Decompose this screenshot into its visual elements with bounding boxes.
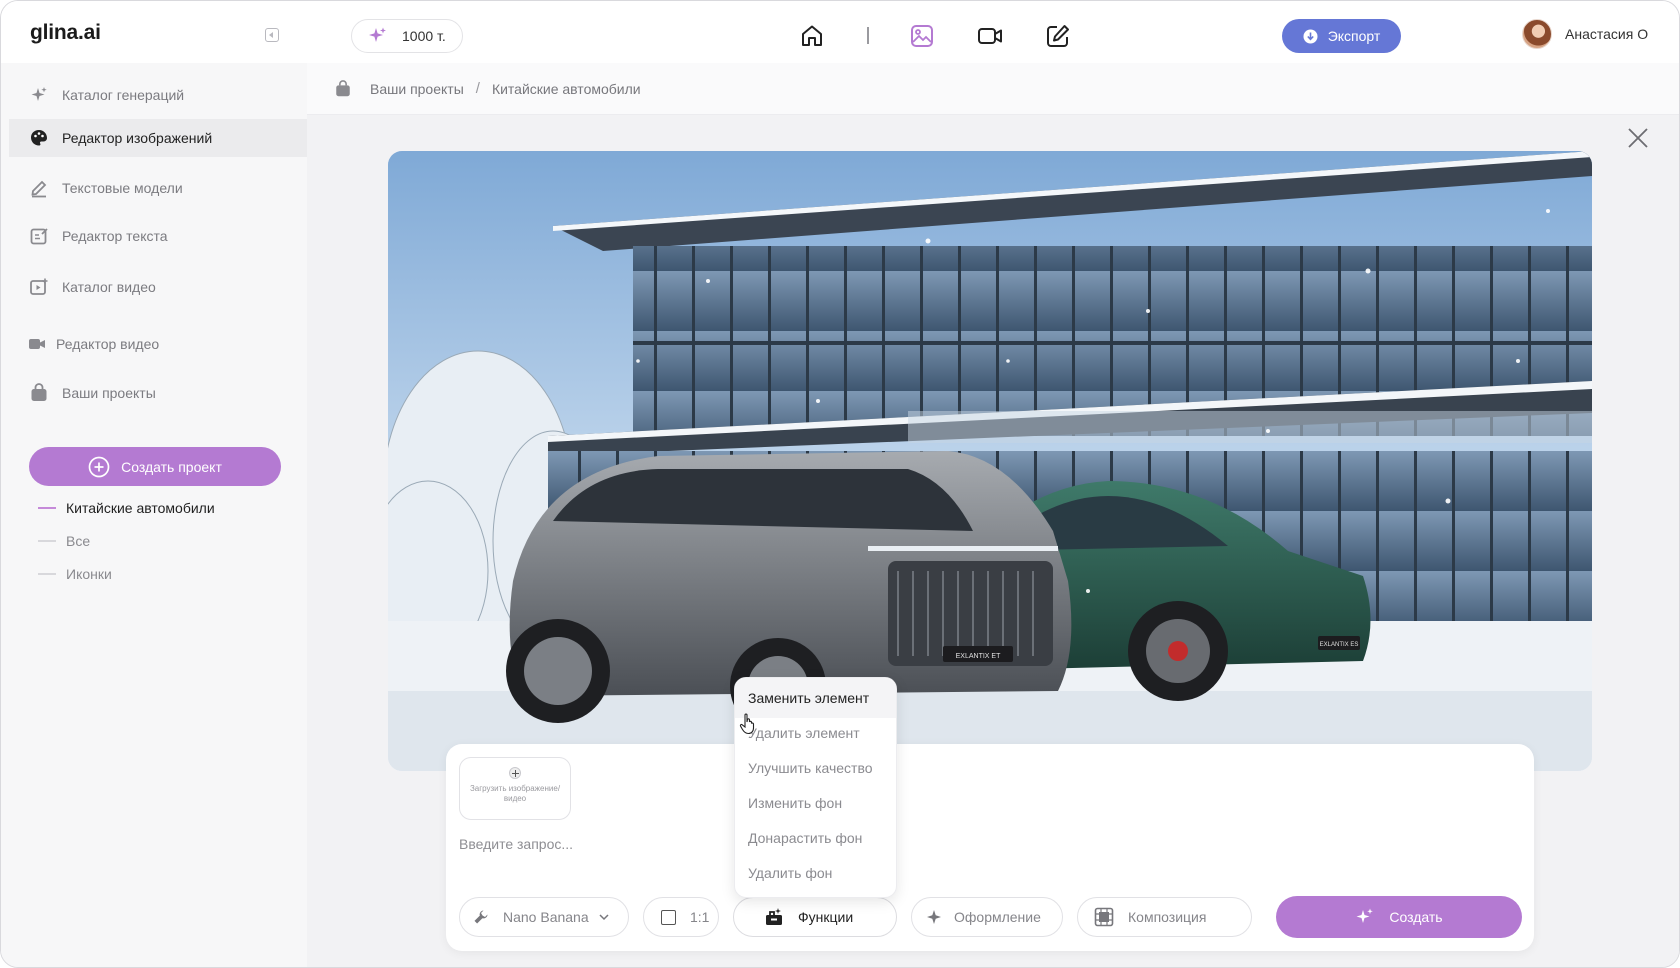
edit-icon[interactable]: [1045, 23, 1071, 49]
bag-icon: [336, 79, 350, 96]
hand-cursor-icon: [739, 713, 755, 735]
edit-box-icon: [28, 225, 50, 247]
prompt-panel: Загрузить изображение/видео Nano Banana …: [446, 744, 1534, 951]
credits-badge[interactable]: 1000 т.: [351, 19, 463, 53]
sidebar-item-label: Каталог генераций: [62, 87, 185, 103]
camera-icon: [26, 333, 48, 355]
create-project-button[interactable]: Создать проект: [29, 447, 281, 486]
app-window: glina.ai 1000 т. Экспорт Анастасия О Кат…: [0, 0, 1680, 968]
user-name: Анастасия О: [1565, 26, 1649, 42]
project-label: Все: [66, 533, 91, 549]
sidebar-item-video-editor[interactable]: Редактор видео: [1, 325, 307, 363]
car-left-badge: EXLANTIX ET: [956, 653, 1001, 660]
model-select[interactable]: Nano Banana: [459, 897, 629, 937]
menu-item-enhance-quality[interactable]: Улучшить качество: [748, 760, 873, 776]
sidebar-item-label: Ваши проекты: [62, 385, 156, 401]
sparkles-icon: [28, 84, 50, 106]
car-scene-image: EXLANTIX ET EXLANTIX ES: [388, 151, 1592, 771]
project-dash: [38, 573, 56, 575]
home-icon[interactable]: [799, 23, 825, 49]
functions-label: Функции: [798, 909, 854, 925]
square-icon: [661, 909, 676, 925]
upload-media-button[interactable]: Загрузить изображение/видео: [459, 757, 571, 820]
sidebar-item-label: Редактор видео: [56, 336, 160, 352]
image-icon[interactable]: [909, 23, 935, 49]
ratio-label: 1:1: [690, 909, 710, 925]
composition-label: Композиция: [1128, 909, 1207, 925]
menu-item-change-background[interactable]: Изменить фон: [748, 795, 842, 811]
composition-icon: [1094, 907, 1114, 927]
breadcrumb-item[interactable]: Ваши проекты: [370, 81, 464, 97]
functions-button[interactable]: Функции: [733, 897, 897, 937]
user-menu[interactable]: Анастасия О: [1522, 19, 1648, 49]
style-button[interactable]: Оформление: [911, 897, 1063, 937]
project-item[interactable]: Все: [38, 533, 90, 549]
functions-menu: Заменить элемент Удалить элемент Улучшит…: [734, 677, 897, 898]
plus-icon: [509, 767, 521, 779]
breadcrumb: Ваши проекты / Китайские автомобили: [307, 63, 1679, 115]
breadcrumb-separator: /: [475, 80, 480, 97]
sidebar-item-generation-catalog[interactable]: Каталог генераций: [1, 76, 307, 114]
project-label: Китайские автомобили: [66, 500, 215, 516]
plus-circle-icon: [88, 456, 110, 477]
video-add-icon: [28, 276, 50, 298]
upload-icon: [1303, 29, 1318, 43]
magic-toolbox-icon: [766, 908, 782, 925]
credits-value: 1000 т.: [402, 28, 446, 44]
sparkles-icon: [369, 27, 386, 42]
palette-icon: [28, 127, 50, 149]
model-label: Nano Banana: [503, 909, 589, 925]
export-button[interactable]: Экспорт: [1282, 19, 1401, 53]
sidebar-item-label: Редактор изображений: [62, 130, 213, 146]
sparkle-icon: [927, 910, 941, 924]
app-logo[interactable]: glina.ai: [30, 21, 101, 45]
sidebar-item-your-projects[interactable]: Ваши проекты: [1, 374, 307, 412]
sidebar-item-label: Каталог видео: [62, 279, 156, 295]
upload-label: Загрузить изображение/видео: [469, 784, 561, 803]
sparkles-icon: [1356, 908, 1374, 923]
menu-item-replace-element[interactable]: Заменить элемент: [748, 690, 869, 706]
create-project-label: Создать проект: [121, 458, 222, 475]
avatar: [1522, 19, 1552, 49]
wrench-icon: [474, 910, 488, 924]
project-dash: [38, 540, 56, 542]
composition-button[interactable]: Композиция: [1077, 897, 1252, 937]
bag-icon: [28, 382, 50, 404]
sidebar-item-video-catalog[interactable]: Каталог видео: [1, 268, 307, 306]
create-label: Создать: [1389, 909, 1443, 925]
sidebar: Каталог генераций Редактор изображений Т…: [1, 63, 307, 967]
menu-item-remove-element[interactable]: Удалить элемент: [748, 725, 860, 741]
menu-item-extend-background[interactable]: Донарастить фон: [748, 830, 862, 846]
style-label: Оформление: [954, 909, 1041, 925]
chevron-down-icon: [599, 914, 609, 921]
sidebar-item-label: Редактор текста: [62, 228, 168, 244]
create-button[interactable]: Создать: [1276, 896, 1522, 938]
aspect-ratio-select[interactable]: 1:1: [643, 897, 719, 937]
sidebar-item-text-models[interactable]: Текстовые модели: [1, 169, 307, 207]
project-dash: [38, 507, 56, 509]
prompt-input[interactable]: [459, 834, 719, 854]
sidebar-item-image-editor[interactable]: Редактор изображений: [9, 119, 307, 157]
breadcrumb-item[interactable]: Китайские автомобили: [492, 81, 641, 97]
export-label: Экспорт: [1327, 28, 1381, 44]
menu-item-remove-background[interactable]: Удалить фон: [748, 865, 832, 881]
top-bar: glina.ai 1000 т. Экспорт Анастасия О: [1, 1, 1679, 87]
project-item[interactable]: Китайские автомобили: [38, 500, 215, 516]
sidebar-item-label: Текстовые модели: [62, 180, 183, 196]
project-label: Иконки: [66, 566, 112, 582]
pen-line-icon: [28, 177, 50, 199]
project-item[interactable]: Иконки: [38, 566, 112, 582]
video-icon[interactable]: [977, 23, 1003, 49]
close-icon[interactable]: [1627, 127, 1649, 149]
sidebar-item-text-editor[interactable]: Редактор текста: [1, 217, 307, 255]
car-right-badge: EXLANTIX ES: [1320, 642, 1359, 648]
image-canvas[interactable]: EXLANTIX ET EXLANTIX ES: [388, 151, 1592, 771]
collapse-sidebar-icon[interactable]: [265, 28, 279, 42]
nav-separator: [867, 27, 869, 44]
